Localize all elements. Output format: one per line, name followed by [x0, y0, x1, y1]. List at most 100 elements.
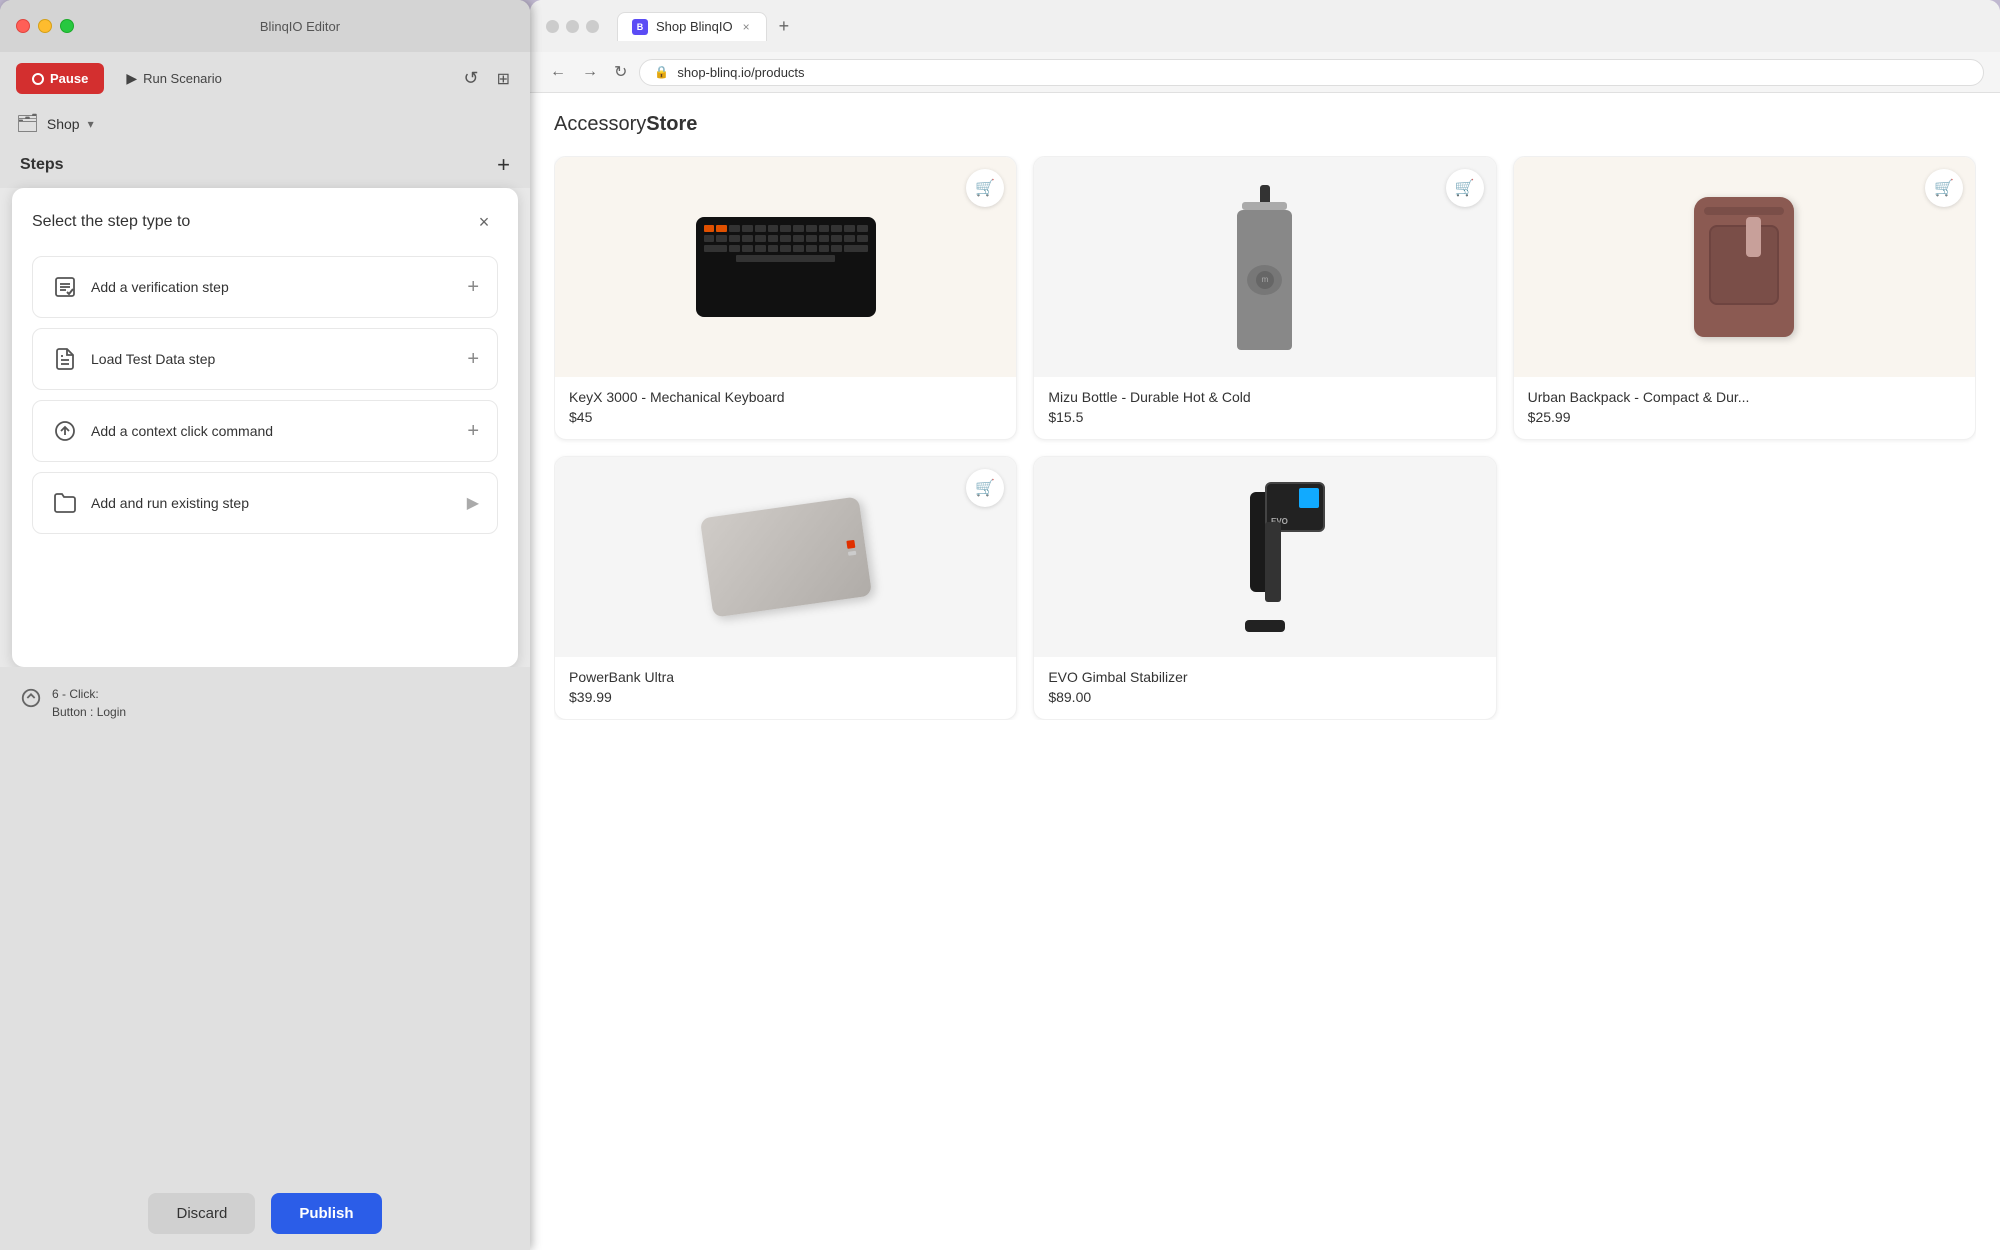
toolbar: Pause ▶ Run Scenario ↺ ⊞	[0, 52, 530, 105]
add-to-cart-button-1[interactable]: 🛒	[966, 169, 1004, 207]
new-tab-button[interactable]: +	[771, 12, 798, 41]
product-name-2: Mizu Bottle - Durable Hot & Cold	[1048, 389, 1481, 405]
tab-close-button[interactable]: ×	[741, 20, 752, 34]
close-traffic-light[interactable]	[16, 19, 30, 33]
title-bar: BlinqIO Editor	[0, 0, 530, 52]
close-icon: ×	[479, 212, 490, 233]
context-click-add-icon: +	[467, 420, 479, 443]
refresh-button[interactable]: ↺	[460, 64, 483, 93]
verification-step-option[interactable]: Add a verification step +	[32, 256, 498, 318]
browser-tab-bar: B Shop BlinqIO × +	[617, 12, 797, 41]
address-bar-row: ← → ↻ 🔒 shop-blinq.io/products	[530, 52, 2000, 93]
maximize-traffic-light[interactable]	[60, 19, 74, 33]
existing-step-label: Add and run existing step	[91, 495, 249, 511]
shop-label: Shop	[47, 116, 80, 132]
product-image-5: EVO	[1034, 457, 1495, 657]
browser-dot-3	[586, 20, 599, 33]
step-selector-popup: Select the step type to × Add a verifica…	[12, 188, 518, 667]
option-left: Add a verification step	[51, 273, 229, 301]
traffic-lights	[16, 19, 74, 33]
plus-icon: +	[497, 152, 510, 177]
product-info-5: EVO Gimbal Stabilizer $89.00	[1034, 657, 1495, 719]
add-step-button[interactable]: +	[497, 154, 510, 176]
back-icon: ←	[550, 63, 566, 80]
reload-button[interactable]: ↻	[610, 58, 631, 86]
browser-dots	[546, 20, 599, 33]
product-card-4[interactable]: 🛒 PowerBank Ultra $39.99	[554, 456, 1017, 720]
product-card-5[interactable]: EVO EVO Gimbal Stabilizer $89.00	[1033, 456, 1496, 720]
layout-icon: ⊞	[497, 69, 510, 89]
discard-button[interactable]: Discard	[148, 1193, 255, 1234]
browser-content: AccessoryStore 🛒	[530, 93, 2000, 1250]
step-selector-header: Select the step type to ×	[32, 208, 498, 236]
new-tab-icon: +	[779, 16, 790, 36]
product-card-1[interactable]: 🛒	[554, 156, 1017, 440]
product-price-5: $89.00	[1048, 689, 1481, 705]
lock-icon: 🔒	[654, 65, 669, 79]
add-to-cart-button-4[interactable]: 🛒	[966, 469, 1004, 507]
step-detail: Button : Login	[52, 705, 126, 719]
reload-icon: ↻	[614, 64, 627, 81]
verification-add-icon: +	[467, 276, 479, 299]
step-history-item: 6 - Click: Button : Login	[16, 677, 514, 729]
browser-tab[interactable]: B Shop BlinqIO ×	[617, 12, 767, 41]
verification-step-label: Add a verification step	[91, 279, 229, 295]
close-button[interactable]: ×	[470, 208, 498, 236]
load-test-add-icon: +	[467, 348, 479, 371]
address-bar[interactable]: 🔒 shop-blinq.io/products	[639, 59, 1984, 86]
product-info-2: Mizu Bottle - Durable Hot & Cold $15.5	[1034, 377, 1495, 439]
editor-spacer	[0, 739, 530, 1178]
product-name-5: EVO Gimbal Stabilizer	[1048, 669, 1481, 685]
pause-icon	[32, 73, 44, 85]
cart-icon-3: 🛒	[1934, 178, 1954, 198]
keyboard-illustration	[696, 217, 876, 317]
option-left: Add and run existing step	[51, 489, 249, 517]
context-click-option[interactable]: Add a context click command +	[32, 400, 498, 462]
layout-button[interactable]: ⊞	[493, 65, 514, 93]
browser-dot-1	[546, 20, 559, 33]
tab-favicon: B	[632, 19, 648, 35]
product-info-4: PowerBank Ultra $39.99	[555, 657, 1016, 719]
product-image-2: 🛒 m	[1034, 157, 1495, 377]
step-history-text: 6 - Click: Button : Login	[52, 685, 126, 721]
browser-panel: B Shop BlinqIO × + ← → ↻ 🔒 shop-blinq.io…	[530, 0, 2000, 1250]
add-to-cart-button-3[interactable]: 🛒	[1925, 169, 1963, 207]
existing-step-option[interactable]: Add and run existing step ▶	[32, 472, 498, 534]
back-button[interactable]: ←	[546, 59, 570, 85]
shop-nav: 🗂 Shop ▾	[0, 105, 530, 142]
editor-panel: BlinqIO Editor Pause ▶ Run Scenario ↺ ⊞ …	[0, 0, 530, 1250]
product-name-4: PowerBank Ultra	[569, 669, 1002, 685]
product-price-1: $45	[569, 409, 1002, 425]
context-click-icon	[51, 417, 79, 445]
browser-dot-2	[566, 20, 579, 33]
refresh-icon: ↺	[464, 68, 479, 89]
tab-title: Shop BlinqIO	[656, 19, 733, 34]
pause-label: Pause	[50, 71, 88, 86]
product-price-4: $39.99	[569, 689, 1002, 705]
load-test-icon	[51, 345, 79, 373]
run-scenario-button[interactable]: ▶ Run Scenario	[114, 62, 234, 95]
forward-button[interactable]: →	[578, 59, 602, 85]
steps-title: Steps	[20, 156, 64, 174]
load-test-data-option[interactable]: Load Test Data step +	[32, 328, 498, 390]
product-card-2[interactable]: 🛒 m	[1033, 156, 1496, 440]
option-left: Add a context click command	[51, 417, 273, 445]
product-price-3: $25.99	[1528, 409, 1961, 425]
product-name-3: Urban Backpack - Compact & Dur...	[1528, 389, 1961, 405]
publish-button[interactable]: Publish	[271, 1193, 381, 1234]
cart-icon-2: 🛒	[1455, 178, 1475, 198]
minimize-traffic-light[interactable]	[38, 19, 52, 33]
verification-icon	[51, 273, 79, 301]
url-text: shop-blinq.io/products	[677, 65, 804, 80]
pause-button[interactable]: Pause	[16, 63, 104, 94]
load-test-step-label: Load Test Data step	[91, 351, 215, 367]
product-image-1: 🛒	[555, 157, 1016, 377]
product-image-3: 🛒	[1514, 157, 1975, 377]
step-history: 6 - Click: Button : Login	[0, 667, 530, 739]
bottle-illustration: m	[1237, 157, 1292, 377]
cart-icon-4: 🛒	[975, 478, 995, 498]
add-to-cart-button-2[interactable]: 🛒	[1446, 169, 1484, 207]
powerbank-illustration	[699, 496, 871, 617]
run-label: Run Scenario	[143, 71, 222, 86]
product-card-3[interactable]: 🛒 Urban Backpack - Compact & Dur... $25.…	[1513, 156, 1976, 440]
